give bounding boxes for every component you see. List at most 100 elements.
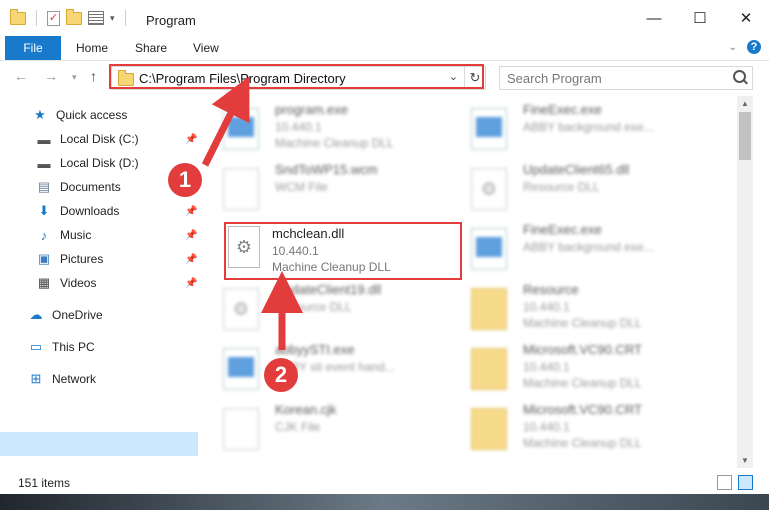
sidebar-item-local-disk-d[interactable]: ▬ Local Disk (D:) xyxy=(36,152,139,174)
maximize-icon[interactable]: ☐ xyxy=(677,0,723,36)
sidebar-item-label: Local Disk (C:) xyxy=(60,132,139,146)
exe-icon xyxy=(223,108,259,150)
file-detail: Machine Cleanup DLL xyxy=(272,260,391,274)
sidebar-item-this-pc[interactable]: ▭ This PC xyxy=(28,336,95,358)
file-name: FineExec.exe xyxy=(523,102,602,117)
file-name: Resource xyxy=(523,282,579,297)
videos-icon: ▦ xyxy=(37,275,51,290)
close-icon[interactable]: ✕ xyxy=(723,0,769,36)
expand-ribbon-icon[interactable]: ⌄ xyxy=(729,42,737,53)
details-view-icon[interactable] xyxy=(717,475,732,490)
file-name: UpdateClient19.dll xyxy=(275,282,382,297)
file-detail: Resource DLL xyxy=(523,180,600,194)
exe-icon xyxy=(223,348,259,390)
file-detail: 10.440.1 xyxy=(523,420,570,434)
sidebar-item-label: Quick access xyxy=(56,108,128,122)
status-bar: 151 items xyxy=(0,470,769,494)
search-input[interactable]: Search Program xyxy=(507,71,602,86)
folder-icon xyxy=(10,8,26,25)
sidebar-item-network[interactable]: ⊞ Network xyxy=(28,368,96,390)
file-name: mchclean.dll xyxy=(272,226,345,241)
scroll-thumb[interactable] xyxy=(739,112,751,160)
recent-dropdown-icon[interactable]: ▾ xyxy=(72,72,77,83)
sidebar-item-quick-access[interactable]: ★ Quick access xyxy=(32,104,127,126)
sidebar-item-downloads[interactable]: ⬇ Downloads xyxy=(36,200,120,222)
tab-home[interactable]: Home xyxy=(76,41,108,55)
sidebar-item-label: Music xyxy=(60,228,92,242)
sidebar-item-documents[interactable]: ▤ Documents xyxy=(36,176,121,198)
up-arrow-icon[interactable]: ↑ xyxy=(90,68,97,84)
scroll-up-icon[interactable]: ▲ xyxy=(741,99,749,108)
sidebar-item-label: Documents xyxy=(60,180,121,194)
sidebar-item-music[interactable]: ♪ Music xyxy=(36,224,92,246)
file-item[interactable]: Korean.cjk CJK File xyxy=(205,396,445,452)
forward-arrow-icon[interactable]: → xyxy=(44,68,58,84)
view-options-icon[interactable] xyxy=(88,11,104,25)
new-folder-icon[interactable] xyxy=(66,8,82,25)
sidebar-item-label: Local Disk (D:) xyxy=(60,156,139,170)
help-icon[interactable]: ? xyxy=(747,40,761,54)
tab-view[interactable]: View xyxy=(193,41,219,55)
sidebar-item-onedrive[interactable]: ☁ OneDrive xyxy=(28,304,103,326)
file-detail: Machine Cleanup DLL xyxy=(523,376,642,390)
file-detail: 10.440.1 xyxy=(523,300,570,314)
sidebar-item-videos[interactable]: ▦ Videos xyxy=(36,272,97,294)
step-1-badge: 1 xyxy=(168,163,202,197)
file-name: Microsoft.VC90.CRT xyxy=(523,342,642,357)
file-list: program.exe 10.440.1 Machine Cleanup DLL… xyxy=(205,96,735,466)
file-item[interactable]: FineExec.exe ABBY background exe... xyxy=(453,216,693,272)
item-count: 151 items xyxy=(18,476,71,490)
dll-icon: ⚙ xyxy=(223,288,259,330)
sidebar-item-label: This PC xyxy=(52,340,95,354)
scroll-down-icon[interactable]: ▼ xyxy=(741,456,749,465)
cloud-icon: ☁ xyxy=(29,307,43,322)
sidebar-item-label: OneDrive xyxy=(52,308,103,322)
sidebar-item-pictures[interactable]: ▣ Pictures xyxy=(36,248,104,270)
file-detail: Machine Cleanup DLL xyxy=(523,436,642,450)
tab-share[interactable]: Share xyxy=(135,41,167,55)
file-name: SndToWP15.wcm xyxy=(275,162,378,177)
sidebar-item-local-disk-c[interactable]: ▬ Local Disk (C:) xyxy=(36,128,139,150)
window-controls: — ☐ ✕ xyxy=(631,0,769,36)
exe-icon xyxy=(471,108,507,150)
file-item[interactable]: Microsoft.VC90.CRT 10.440.1 Machine Clea… xyxy=(453,336,693,392)
file-detail: 10.440.1 xyxy=(272,244,319,258)
desktop-background xyxy=(0,494,769,510)
network-icon: ⊞ xyxy=(30,371,42,386)
file-item[interactable]: abbyySTI.exe ABBY sti event hand... xyxy=(205,336,445,392)
file-item[interactable]: SndToWP15.wcm WCM File xyxy=(205,156,445,212)
window-title: Program xyxy=(146,13,196,28)
divider xyxy=(36,10,37,26)
tab-file[interactable]: File xyxy=(5,36,61,60)
highlighted-file-item[interactable]: ⚙ mchclean.dll 10.440.1 Machine Cleanup … xyxy=(224,222,462,280)
tiles-view-icon[interactable] xyxy=(738,475,753,490)
back-arrow-icon[interactable]: ← xyxy=(14,68,28,84)
computer-icon: ▭ xyxy=(29,339,43,354)
file-item[interactable]: ⚙ UpdateClient19.dll Resource DLL xyxy=(205,276,445,332)
pin-icon: 📌 xyxy=(185,206,198,217)
file-item[interactable]: ⚙ UpdateClient65.dll Resource DLL xyxy=(453,156,693,212)
drive-icon: ▬ xyxy=(37,155,51,171)
exe-icon xyxy=(471,228,507,270)
minimize-icon[interactable]: — xyxy=(631,0,677,36)
properties-check-icon[interactable]: ✓ xyxy=(47,10,60,26)
drive-icon: ▬ xyxy=(37,131,51,147)
customize-dropdown-icon[interactable]: ▾ xyxy=(110,13,115,24)
file-item[interactable]: program.exe 10.440.1 Machine Cleanup DLL xyxy=(205,96,445,152)
pin-icon: 📌 xyxy=(185,230,198,241)
navigation-bar: ← → ▾ ↑ C:\Program Files\Program Directo… xyxy=(0,61,769,95)
folder-icon xyxy=(471,348,507,390)
dll-icon: ⚙ xyxy=(471,168,507,210)
file-icon xyxy=(223,408,259,450)
file-name: Korean.cjk xyxy=(275,402,337,417)
pin-icon: 📌 xyxy=(185,254,198,265)
file-item[interactable]: Microsoft.VC90.CRT 10.440.1 Machine Clea… xyxy=(453,396,693,452)
pin-icon: 📌 xyxy=(185,278,198,289)
dll-gear-icon: ⚙ xyxy=(228,226,260,268)
pin-icon: 📌 xyxy=(185,134,198,145)
vertical-scrollbar[interactable]: ▲ ▼ xyxy=(737,96,753,468)
search-box[interactable]: Search Program xyxy=(499,66,753,90)
file-item[interactable]: Resource 10.440.1 Machine Cleanup DLL xyxy=(453,276,693,332)
file-item[interactable]: FineExec.exe ABBY background exe... xyxy=(453,96,693,152)
folder-icon xyxy=(471,408,507,450)
